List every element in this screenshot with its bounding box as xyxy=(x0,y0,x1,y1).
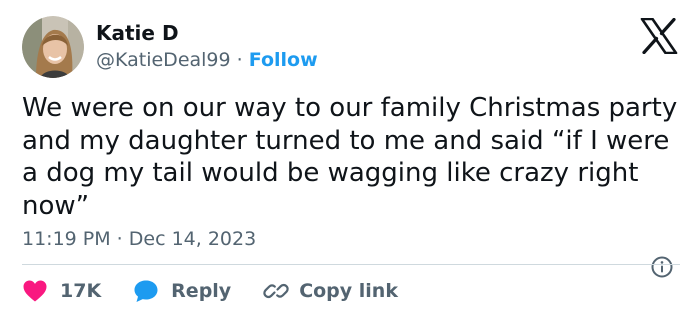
x-logo-icon[interactable] xyxy=(640,18,678,54)
like-button[interactable]: 17K xyxy=(22,279,101,303)
reply-button[interactable]: Reply xyxy=(133,279,231,303)
author-display-name[interactable]: Katie D xyxy=(96,21,179,45)
avatar[interactable] xyxy=(22,16,84,78)
reply-bubble-icon xyxy=(134,280,158,302)
tweet-card: Katie D @KatieDeal99 · Follow We were on… xyxy=(0,0,700,318)
heart-icon xyxy=(23,280,47,302)
link-icon xyxy=(263,283,289,299)
reply-label: Reply xyxy=(171,280,232,302)
author-handle[interactable]: @KatieDeal99 xyxy=(96,49,231,71)
avatar-photo xyxy=(22,16,84,78)
follow-button[interactable]: Follow xyxy=(249,49,318,71)
divider xyxy=(22,264,680,265)
handle-separator: · xyxy=(236,49,243,71)
info-icon[interactable] xyxy=(650,255,674,279)
author-handle-row: @KatieDeal99 · Follow xyxy=(96,48,318,72)
copy-link-button[interactable]: Copy link xyxy=(263,279,398,303)
tweet-actions: 17K Reply Copy link xyxy=(22,273,430,309)
tweet-timestamp[interactable]: 11:19 PM · Dec 14, 2023 xyxy=(22,227,256,251)
like-count: 17K xyxy=(60,280,102,302)
tweet-text: We were on our way to our family Christm… xyxy=(22,93,678,221)
copy-link-label: Copy link xyxy=(299,280,398,302)
